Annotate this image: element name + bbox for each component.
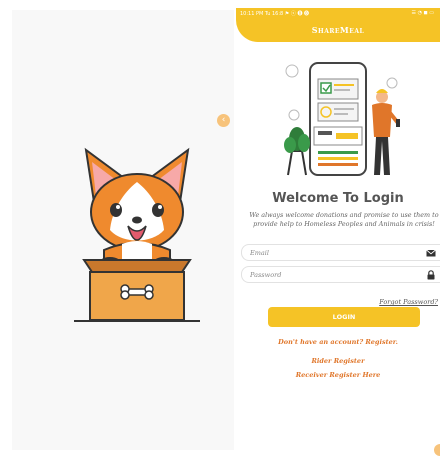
- status-bar: 10:11 PM Tu 16:8 ⚑ ⓢ 🅑 🅑 ☰ ◔ ◼ ▭: [238, 9, 438, 18]
- app-title: ShareMeal: [311, 25, 365, 35]
- password-input[interactable]: [250, 270, 420, 280]
- drag-handle-icon[interactable]: ‹: [217, 114, 230, 127]
- corgi-in-box-illustration: [74, 147, 200, 322]
- password-field[interactable]: [241, 266, 440, 283]
- envelope-icon: [426, 249, 436, 257]
- receiver-register-link[interactable]: Receiver Register Here: [236, 371, 440, 379]
- left-panel: [12, 10, 234, 450]
- email-field[interactable]: [241, 244, 440, 261]
- phone-screen: 10:11 PM Tu 16:8 ⚑ ⓢ 🅑 🅑 ☰ ◔ ◼ ▭ ShareMe…: [236, 8, 440, 460]
- lock-icon: [427, 270, 435, 280]
- rider-register-link[interactable]: Rider Register: [236, 357, 440, 365]
- app-bar: 10:11 PM Tu 16:8 ⚑ ⓢ 🅑 🅑 ☰ ◔ ◼ ▭ ShareMe…: [236, 8, 440, 42]
- register-link[interactable]: Don't have an account? Register.: [236, 338, 440, 346]
- email-input[interactable]: [250, 248, 420, 258]
- status-bar-left: 10:11 PM Tu 16:8 ⚑ ⓢ 🅑 🅑: [240, 11, 310, 17]
- status-bar-right: ☰ ◔ ◼ ▭: [411, 10, 435, 16]
- welcome-tagline: We always welcome donations and promise …: [249, 211, 439, 228]
- login-illustration: [284, 62, 400, 176]
- welcome-heading: Welcome To Login: [272, 191, 404, 206]
- forgot-password-link[interactable]: Forgot Password?: [379, 298, 438, 306]
- scroll-handle-icon[interactable]: [434, 444, 440, 456]
- login-button[interactable]: LOGIN: [268, 307, 420, 327]
